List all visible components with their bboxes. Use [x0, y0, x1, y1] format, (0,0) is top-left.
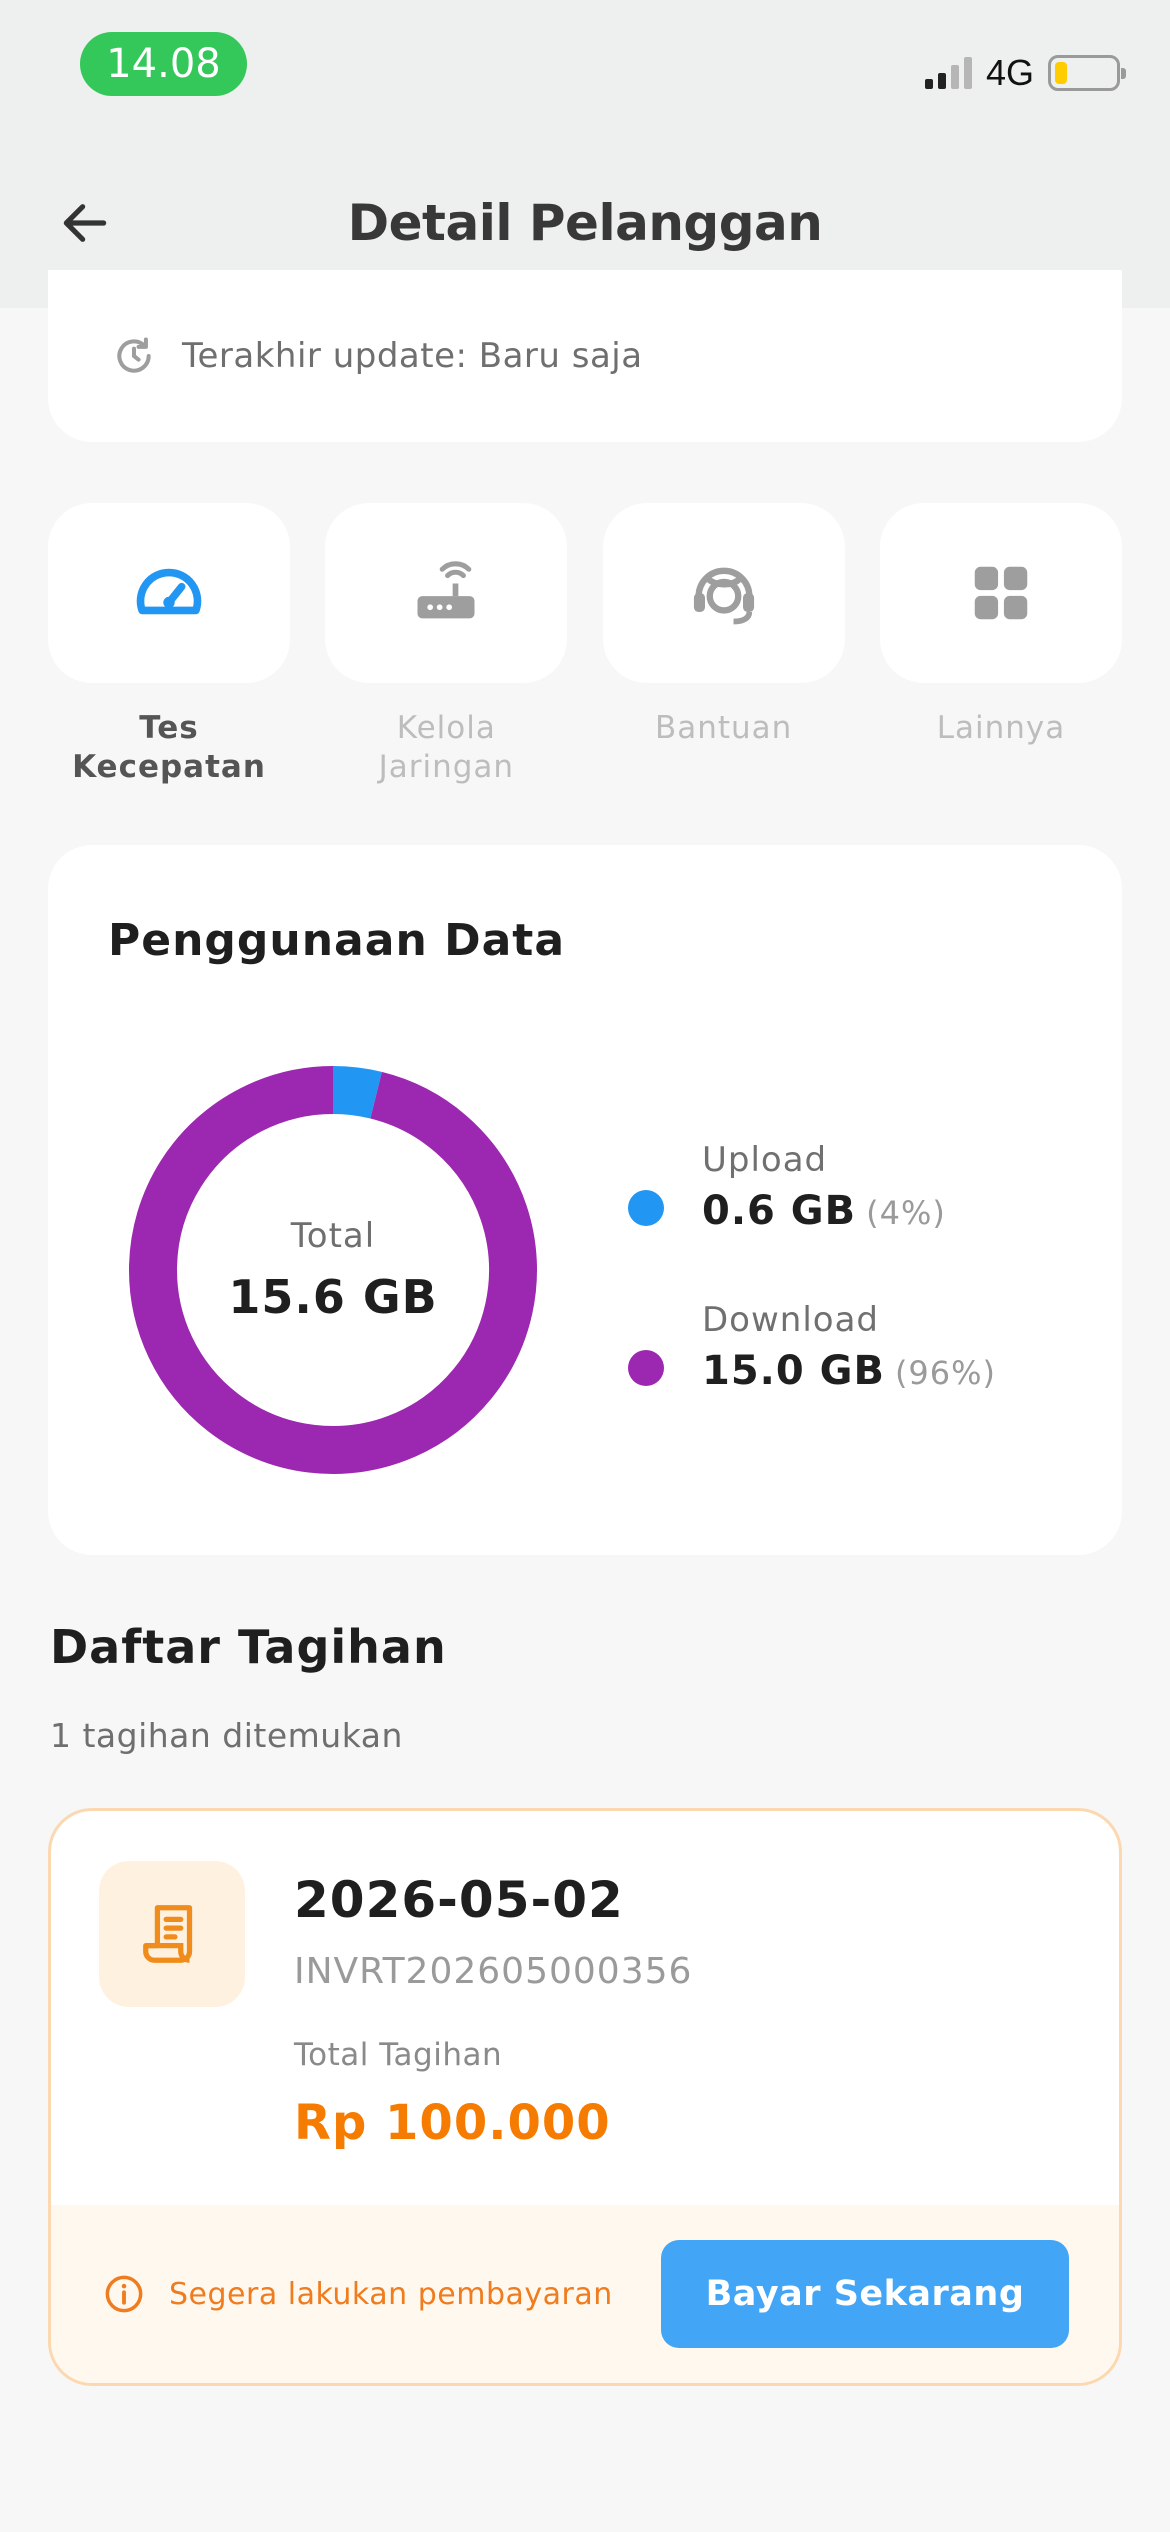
bill-icon-tile — [99, 1861, 245, 2007]
receipt-icon — [143, 1905, 193, 1963]
legend-amount: 15.0 GB — [702, 1348, 885, 1394]
update-card: Terakhir update: Baru saja — [48, 270, 1122, 442]
legend-name: Upload — [702, 1140, 828, 1180]
donut-total-label: Total — [290, 1216, 376, 1256]
action-label: Tes Kecepatan — [72, 710, 266, 785]
bill-date: 2026-05-02 — [294, 1871, 624, 1929]
action-more[interactable]: Lainnya — [879, 503, 1122, 787]
usage-title: Penggunaan Data — [108, 915, 566, 966]
legend-percent: (4%) — [866, 1194, 946, 1232]
action-label: Lainnya — [936, 710, 1066, 746]
bill-amount: Rp 100.000 — [294, 2095, 611, 2151]
refresh-icon — [117, 337, 151, 373]
speedometer-icon — [136, 568, 202, 615]
action-tile[interactable] — [48, 503, 290, 683]
legend-amount: 0.6 GB — [702, 1188, 857, 1234]
bills-title: Daftar Tagihan — [50, 1620, 447, 1674]
signal-icon — [924, 57, 972, 89]
bill-invoice-number: INVRT202605000356 — [294, 1951, 693, 1992]
action-tile[interactable] — [879, 503, 1122, 683]
action-help[interactable]: Bantuan — [602, 503, 845, 787]
donut-total-value: 15.6 GB — [228, 1270, 438, 1324]
status-time: 14.08 — [80, 32, 247, 96]
last-update-text: Terakhir update: Baru saja — [182, 336, 643, 376]
data-usage-card: Penggunaan Data Total 15.6 GB Upload 0.6… — [48, 845, 1122, 1555]
bill-total-label: Total Tagihan — [294, 2037, 503, 2073]
status-indicators: 4G — [924, 52, 1126, 94]
battery-icon — [1048, 55, 1126, 91]
action-manage-network[interactable]: Kelola Jaringan — [325, 503, 568, 787]
quick-actions: Tes Kecepatan Kelola Jaringan Bantuan La… — [48, 503, 1122, 787]
pay-now-button[interactable]: Bayar Sekarang — [661, 2240, 1069, 2348]
legend-item-download: Download 15.0 GB (96%) — [628, 1300, 996, 1398]
legend-dot-download — [628, 1350, 664, 1386]
usage-legend: Upload 0.6 GB (4%) Download 15.0 GB (96%) — [628, 1140, 996, 1460]
action-label: Kelola Jaringan — [378, 710, 515, 785]
router-icon — [417, 561, 475, 619]
legend-item-upload: Upload 0.6 GB (4%) — [628, 1140, 996, 1238]
page-title: Detail Pelanggan — [347, 194, 823, 252]
info-icon — [105, 2275, 143, 2313]
legend-dot-upload — [628, 1190, 664, 1226]
action-speed-test[interactable]: Tes Kecepatan — [48, 503, 290, 787]
bill-footer: Segera lakukan pembayaran Bayar Sekarang — [51, 2205, 1119, 2383]
payment-warning-text: Segera lakukan pembayaran — [169, 2276, 613, 2312]
donut-center: Total 15.6 GB — [128, 1065, 538, 1475]
legend-name: Download — [702, 1300, 880, 1340]
payment-warning: Segera lakukan pembayaran — [103, 2273, 661, 2315]
headset-icon — [693, 567, 754, 625]
bills-count: 1 tagihan ditemukan — [50, 1716, 403, 1755]
top-bar: 14.08 4G Detail Pelanggan — [0, 0, 1170, 308]
network-type: 4G — [985, 52, 1034, 93]
action-label: Bantuan — [654, 710, 793, 746]
last-update-row: Terakhir update: Baru saja — [112, 334, 643, 378]
action-tile[interactable] — [602, 503, 845, 683]
legend-value: 15.0 GB (96%) — [702, 1348, 996, 1394]
bill-card[interactable]: 2026-05-02 INVRT202605000356 Total Tagih… — [48, 1808, 1122, 2386]
legend-percent: (96%) — [894, 1354, 997, 1392]
action-tile[interactable] — [325, 503, 568, 683]
legend-value: 0.6 GB (4%) — [702, 1188, 996, 1234]
grid-icon — [974, 566, 1028, 620]
